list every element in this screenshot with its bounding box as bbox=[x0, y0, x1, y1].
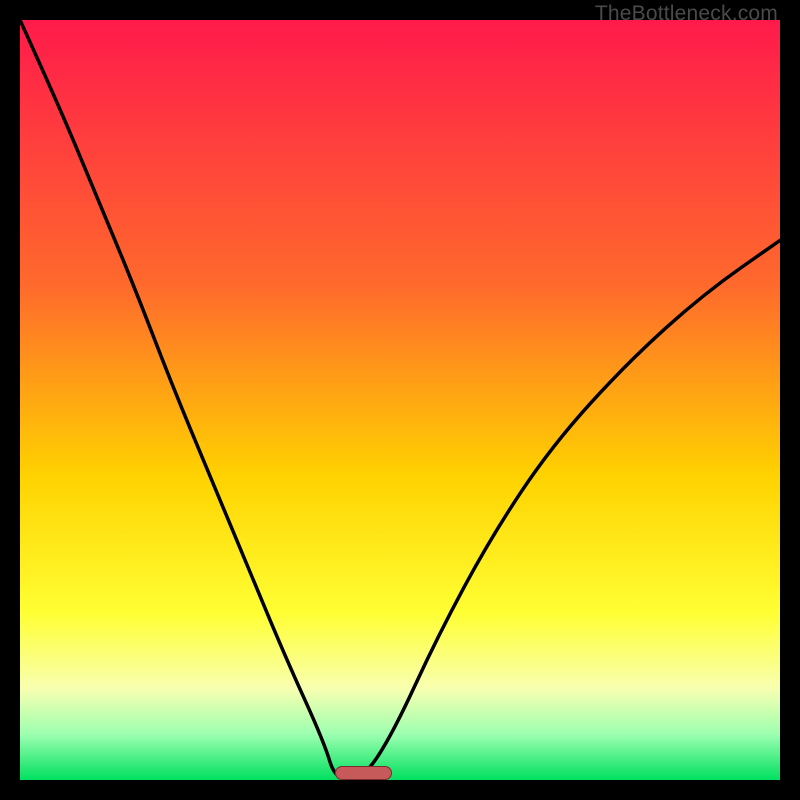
optimal-marker bbox=[335, 766, 392, 780]
bottleneck-curve bbox=[20, 20, 780, 780]
chart-plot-area bbox=[20, 20, 780, 780]
